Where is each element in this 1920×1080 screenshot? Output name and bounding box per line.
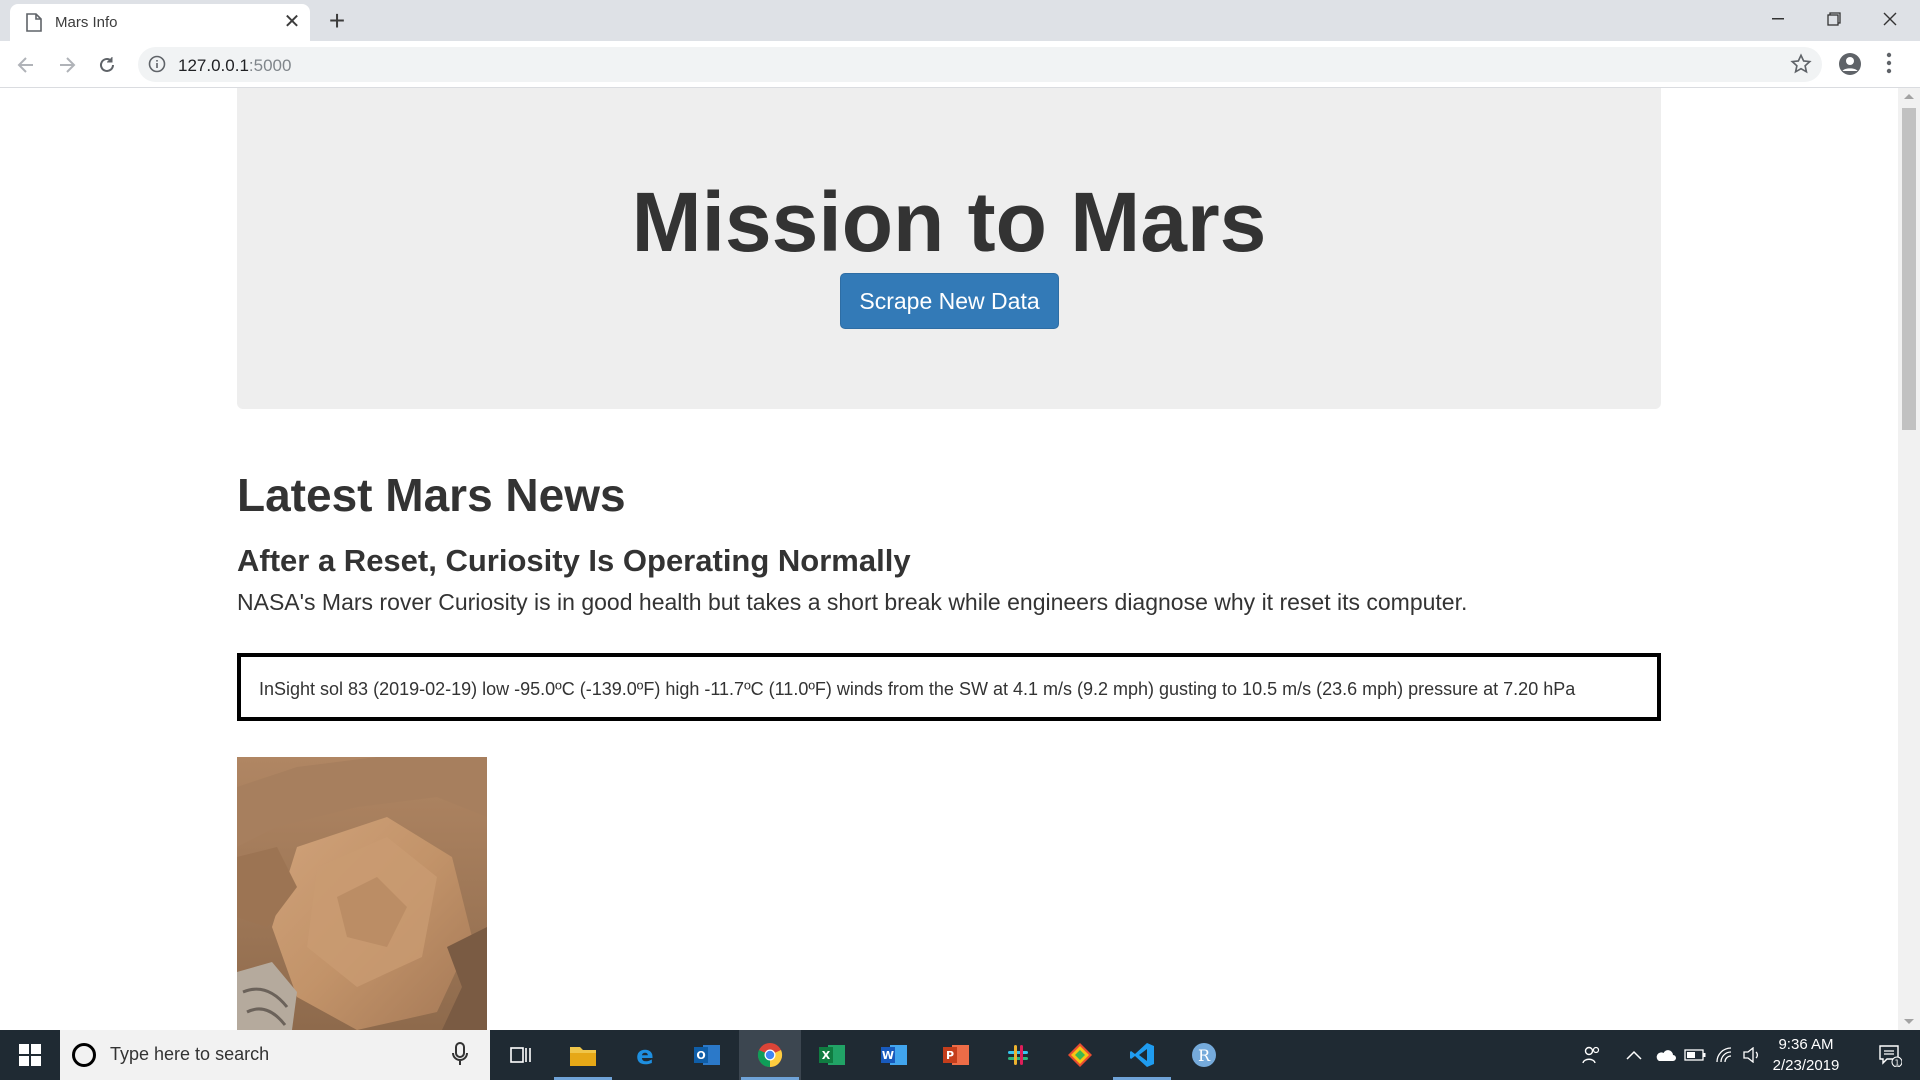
slack-icon xyxy=(1008,1045,1028,1065)
action-center-button[interactable]: 1 xyxy=(1866,1030,1914,1080)
scroll-down-arrow-icon[interactable] xyxy=(1904,1019,1914,1024)
battery-icon[interactable] xyxy=(1682,1030,1708,1080)
taskbar-clock[interactable]: 9:36 AM 2/23/2019 xyxy=(1762,1034,1850,1076)
clock-date: 2/23/2019 xyxy=(1772,1057,1840,1074)
volume-icon[interactable] xyxy=(1740,1030,1764,1080)
taskbar-word[interactable]: W xyxy=(863,1030,925,1080)
r-icon: R xyxy=(1192,1043,1216,1067)
taskbar-r[interactable]: R xyxy=(1173,1030,1235,1080)
speaker-icon xyxy=(1743,1047,1758,1063)
word-icon: W xyxy=(881,1045,907,1065)
browser-toolbar: 127.0.0.1:5000 xyxy=(0,41,1920,88)
svg-text:X: X xyxy=(822,1049,831,1062)
account-icon[interactable] xyxy=(1838,52,1862,76)
close-icon xyxy=(1883,12,1897,26)
start-button[interactable] xyxy=(0,1030,60,1080)
taskbar-edge[interactable]: e xyxy=(614,1030,676,1080)
onedrive-icon[interactable] xyxy=(1652,1030,1678,1080)
restore-icon xyxy=(1827,12,1841,26)
people-icon[interactable] xyxy=(1578,1030,1604,1080)
tab-strip: Mars Info ✕ + xyxy=(0,0,1920,41)
info-icon[interactable] xyxy=(148,55,166,73)
notification-icon: 1 xyxy=(1879,1045,1902,1068)
news-title: After a Reset, Curiosity Is Operating No… xyxy=(237,543,911,578)
mars-weather-box: InSight sol 83 (2019-02-19) low -95.0ºC … xyxy=(237,653,1661,721)
edge-icon: e xyxy=(636,1042,654,1068)
wifi-icon[interactable] xyxy=(1712,1030,1738,1080)
document-icon xyxy=(26,13,42,32)
jumbotron: Mission to Mars Scrape New Data xyxy=(237,88,1661,409)
news-paragraph: NASA's Mars rover Curiosity is in good h… xyxy=(237,589,1468,615)
vscode-icon xyxy=(1130,1043,1154,1067)
forward-arrow-icon xyxy=(60,57,76,73)
cortana-icon xyxy=(72,1043,96,1067)
browser-tab[interactable]: Mars Info ✕ xyxy=(10,4,310,41)
powerpoint-icon: P xyxy=(943,1045,969,1065)
taskbar-vscode[interactable] xyxy=(1111,1030,1173,1080)
restore-button[interactable] xyxy=(1806,0,1862,38)
cloud-icon xyxy=(1656,1050,1676,1061)
scroll-up-arrow-icon[interactable] xyxy=(1904,94,1914,99)
page-title: Mission to Mars xyxy=(631,175,1267,269)
show-hidden-icons-button[interactable] xyxy=(1622,1030,1646,1080)
page-viewport: Mission to Mars Scrape New Data Latest M… xyxy=(0,88,1898,1030)
mars-rock-image xyxy=(237,757,487,1030)
back-button[interactable] xyxy=(12,51,40,79)
wifi-glyph-icon xyxy=(1716,1047,1732,1063)
taskbar-search-box[interactable]: Type here to search xyxy=(60,1030,490,1080)
taskbar-gitkraken[interactable] xyxy=(1049,1030,1111,1080)
address-bar[interactable]: 127.0.0.1:5000 xyxy=(138,47,1822,82)
taskbar-chrome[interactable] xyxy=(739,1030,801,1080)
reload-button[interactable] xyxy=(93,51,121,79)
scrape-new-data-button[interactable]: Scrape New Data xyxy=(840,273,1059,329)
outlook-icon: O xyxy=(694,1045,720,1065)
windows-taskbar: Type here to search e O X W P R 9:36 AM … xyxy=(0,1030,1920,1080)
mars-weather-text: InSight sol 83 (2019-02-19) low -95.0ºC … xyxy=(259,679,1576,699)
search-placeholder: Type here to search xyxy=(110,1044,270,1064)
minimize-icon xyxy=(1772,18,1784,20)
taskbar-file-explorer[interactable] xyxy=(552,1030,614,1080)
url-text: 127.0.0.1:5000 xyxy=(178,56,292,75)
taskbar-powerpoint[interactable]: P xyxy=(925,1030,987,1080)
svg-text:e: e xyxy=(636,1042,654,1068)
tab-title: Mars Info xyxy=(55,14,118,31)
news-section-heading: Latest Mars News xyxy=(237,469,626,521)
microphone-icon[interactable] xyxy=(452,1042,468,1066)
close-window-button[interactable] xyxy=(1862,0,1918,38)
minimize-button[interactable] xyxy=(1750,0,1806,38)
close-tab-icon[interactable]: ✕ xyxy=(280,10,304,34)
notification-count: 1 xyxy=(1894,1059,1899,1068)
windows-logo-icon xyxy=(19,1044,41,1066)
chevron-up-icon xyxy=(1626,1050,1642,1060)
chrome-icon xyxy=(757,1043,783,1068)
svg-text:R: R xyxy=(1198,1046,1211,1065)
clock-time: 9:36 AM xyxy=(1778,1036,1834,1053)
bookmark-star-icon[interactable] xyxy=(1790,53,1812,75)
reload-icon xyxy=(100,57,114,72)
taskbar-slack[interactable] xyxy=(987,1030,1049,1080)
new-tab-button[interactable]: + xyxy=(322,6,352,36)
scrollbar-thumb[interactable] xyxy=(1902,108,1916,430)
forward-button[interactable] xyxy=(53,51,81,79)
folder-icon xyxy=(570,1047,596,1066)
more-menu-icon[interactable] xyxy=(1886,52,1892,74)
page-scrollbar[interactable] xyxy=(1898,88,1920,1030)
back-arrow-icon xyxy=(17,57,33,73)
taskbar-excel[interactable]: X xyxy=(801,1030,863,1080)
task-view-button[interactable] xyxy=(490,1030,552,1080)
task-view-icon xyxy=(510,1047,531,1063)
svg-text:P: P xyxy=(946,1049,954,1062)
battery-glyph-icon xyxy=(1684,1049,1706,1061)
git-icon xyxy=(1068,1043,1092,1067)
svg-text:W: W xyxy=(882,1049,894,1062)
people-glyph-icon xyxy=(1582,1046,1600,1064)
excel-icon: X xyxy=(819,1045,845,1065)
featured-mars-image xyxy=(237,757,487,1030)
taskbar-outlook[interactable]: O xyxy=(676,1030,738,1080)
svg-text:O: O xyxy=(696,1049,705,1062)
